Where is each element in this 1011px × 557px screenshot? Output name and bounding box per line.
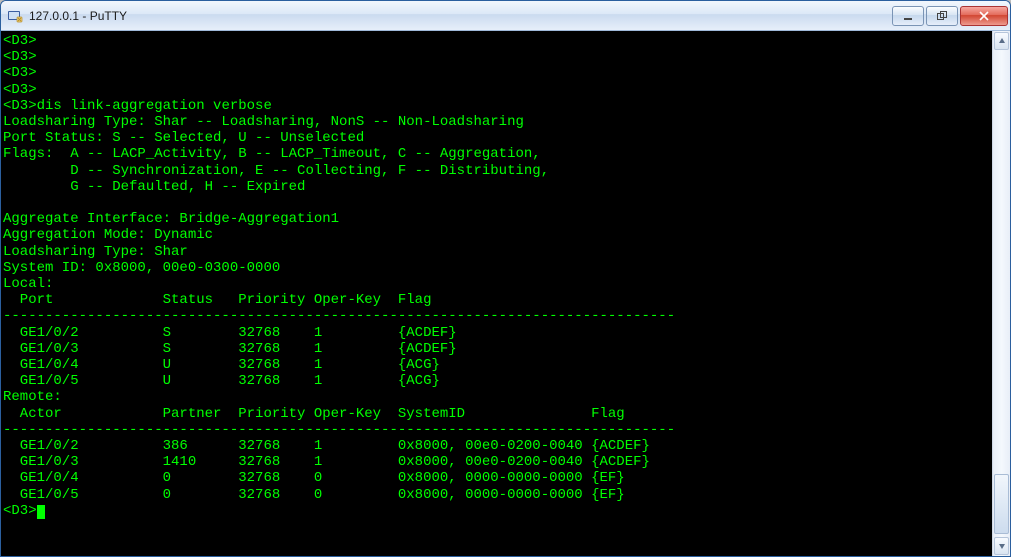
output-line: Loadsharing Type: Shar -- Loadsharing, N… [3, 114, 524, 130]
putty-icon [7, 8, 23, 24]
remote-cols: Actor Partner Priority Oper-Key SystemID… [3, 406, 625, 422]
putty-window: 127.0.0.1 - PuTTY <D3> <D3> <D3> <D3> <D… [0, 0, 1011, 557]
remote-row: GE1/0/2 386 32768 1 0x8000, 00e0-0200-00… [3, 438, 650, 454]
remote-row: GE1/0/5 0 32768 0 0x8000, 0000-0000-0000… [3, 487, 625, 503]
output-line: System ID: 0x8000, 00e0-0300-0000 [3, 260, 280, 276]
vertical-scrollbar[interactable] [992, 31, 1010, 556]
terminal[interactable]: <D3> <D3> <D3> <D3> <D3>dis link-aggrega… [1, 31, 992, 556]
cursor [37, 505, 45, 519]
local-row: GE1/0/2 S 32768 1 {ACDEF} [3, 325, 457, 341]
local-cols: Port Status Priority Oper-Key Flag [3, 292, 431, 308]
separator: ----------------------------------------… [3, 422, 675, 438]
local-row: GE1/0/4 U 32768 1 {ACG} [3, 357, 440, 373]
remote-title: Remote: [3, 389, 62, 405]
output-line: Flags: A -- LACP_Activity, B -- LACP_Tim… [3, 146, 541, 162]
scroll-track[interactable] [993, 51, 1010, 536]
scroll-up-button[interactable] [994, 32, 1009, 50]
local-row: GE1/0/3 S 32768 1 {ACDEF} [3, 341, 457, 357]
maximize-button[interactable] [926, 6, 958, 26]
minimize-button[interactable] [892, 6, 924, 26]
titlebar[interactable]: 127.0.0.1 - PuTTY [1, 1, 1010, 31]
window-buttons [890, 6, 1008, 26]
local-row: GE1/0/5 U 32768 1 {ACG} [3, 373, 440, 389]
local-title: Local: [3, 276, 53, 292]
prompt: <D3> [3, 65, 37, 81]
output-line: Loadsharing Type: Shar [3, 244, 188, 260]
output-line: Aggregation Mode: Dynamic [3, 227, 213, 243]
output-line: Port Status: S -- Selected, U -- Unselec… [3, 130, 364, 146]
prompt: <D3> [3, 33, 37, 49]
prompt: <D3> [3, 82, 37, 98]
prompt: <D3> [3, 503, 37, 519]
window-title: 127.0.0.1 - PuTTY [29, 9, 890, 23]
close-button[interactable] [960, 6, 1008, 26]
prompt: <D3> [3, 98, 37, 114]
client-area: <D3> <D3> <D3> <D3> <D3>dis link-aggrega… [1, 31, 1010, 556]
remote-row: GE1/0/4 0 32768 0 0x8000, 0000-0000-0000… [3, 470, 625, 486]
command: dis link-aggregation verbose [37, 98, 272, 114]
separator: ----------------------------------------… [3, 308, 675, 324]
scroll-thumb[interactable] [994, 474, 1009, 534]
output-line: D -- Synchronization, E -- Collecting, F… [3, 163, 549, 179]
prompt: <D3> [3, 49, 37, 65]
scroll-down-button[interactable] [994, 537, 1009, 555]
output-line: Aggregate Interface: Bridge-Aggregation1 [3, 211, 339, 227]
remote-row: GE1/0/3 1410 32768 1 0x8000, 00e0-0200-0… [3, 454, 650, 470]
output-line: G -- Defaulted, H -- Expired [3, 179, 305, 195]
